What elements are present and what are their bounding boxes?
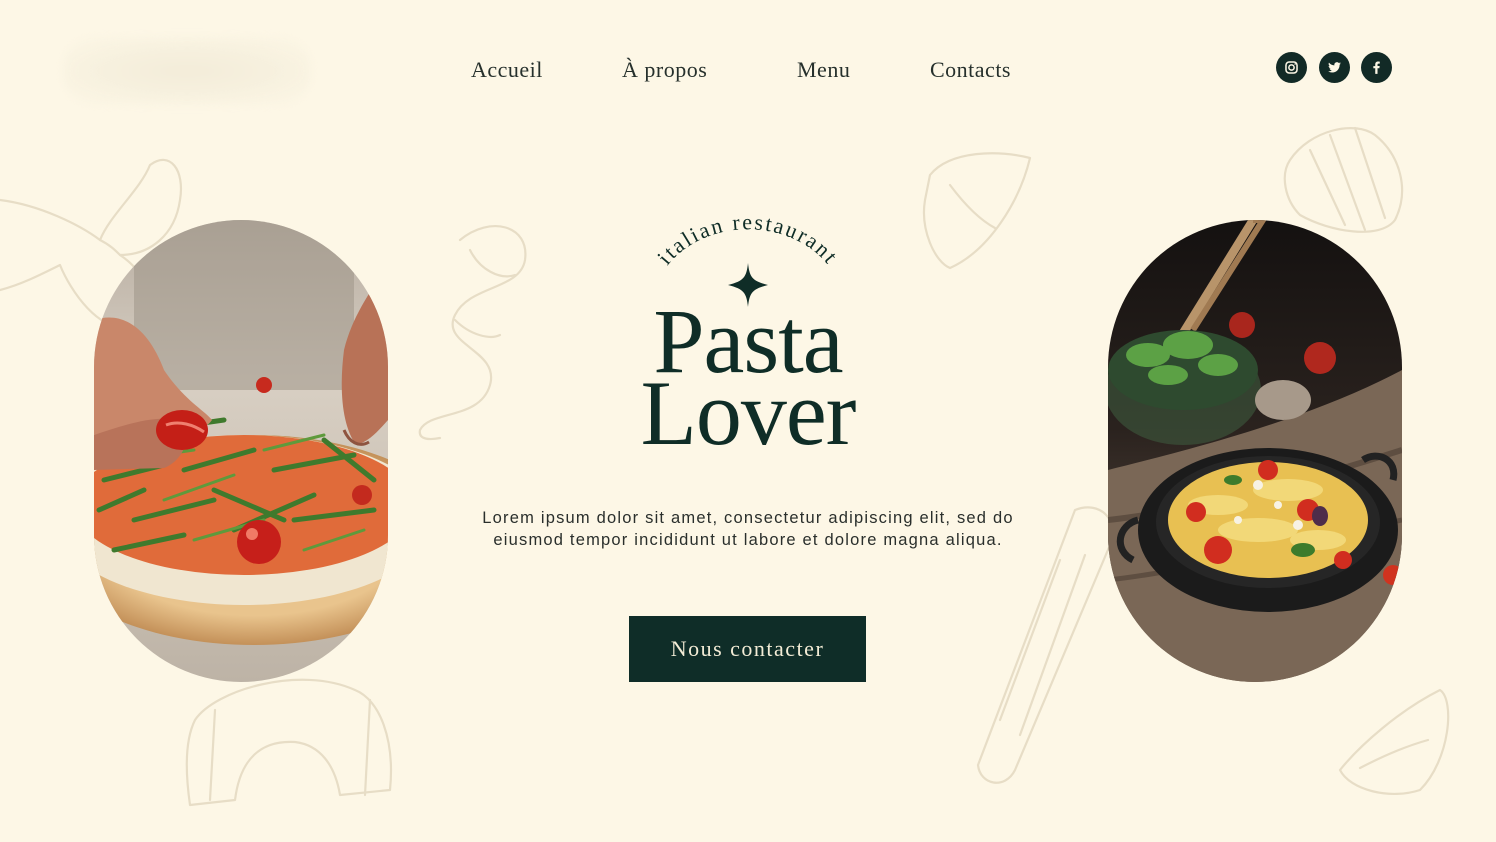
twitter-icon[interactable] xyxy=(1319,52,1350,83)
nav-item-a-propos[interactable]: À propos xyxy=(622,57,707,83)
pizza-photo xyxy=(94,220,388,682)
svg-text:italian restaurant: italian restaurant xyxy=(652,209,844,269)
instagram-icon[interactable] xyxy=(1276,52,1307,83)
hero-description: Lorem ipsum dolor sit amet, consectetur … xyxy=(482,509,1014,549)
pasta-dish-photo xyxy=(1108,220,1402,682)
tagline-text: italian restaurant xyxy=(652,209,842,269)
contact-button[interactable]: Nous contacter xyxy=(629,616,866,682)
main-navigation: Accueil À propos Menu Contacts xyxy=(0,57,1496,87)
nav-item-contacts[interactable]: Contacts xyxy=(930,57,1011,83)
page-title: Pasta Lover xyxy=(598,295,898,464)
facebook-icon[interactable] xyxy=(1361,52,1392,83)
title-line-lover: Lover xyxy=(640,362,857,464)
nav-item-accueil[interactable]: Accueil xyxy=(471,57,543,83)
nav-item-menu[interactable]: Menu xyxy=(797,57,850,83)
